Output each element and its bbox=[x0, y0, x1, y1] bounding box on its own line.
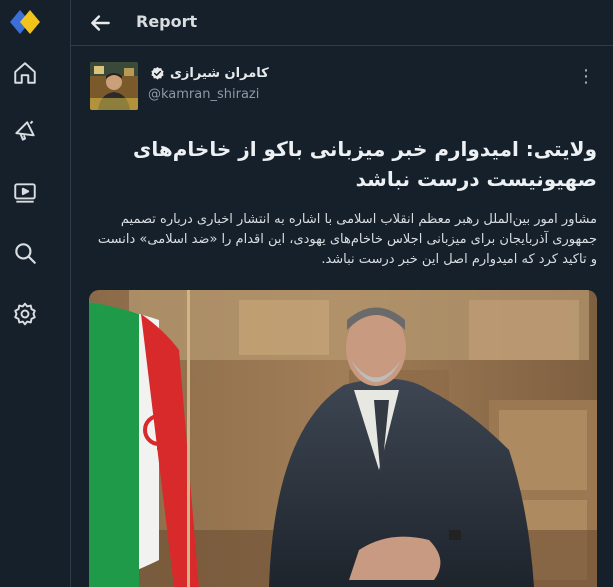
sidebar-item-megaphone[interactable] bbox=[10, 116, 40, 146]
sidebar-item-home[interactable] bbox=[10, 58, 40, 88]
back-arrow-icon[interactable] bbox=[87, 10, 113, 36]
post-photo bbox=[89, 290, 597, 587]
post-author: کامران شیرازی @kamran_shirazi ⋮ bbox=[90, 62, 595, 114]
author-name[interactable]: کامران شیرازی bbox=[170, 66, 269, 81]
sidebar bbox=[0, 0, 71, 587]
sidebar-item-video[interactable] bbox=[10, 178, 40, 208]
megaphone-icon bbox=[15, 120, 35, 141]
search-icon bbox=[15, 243, 36, 264]
page-header: Report bbox=[71, 0, 613, 46]
author-handle[interactable]: @kamran_shirazi bbox=[148, 87, 259, 102]
sidebar-item-search[interactable] bbox=[10, 238, 40, 268]
main-panel: Report کامران شیرازی @kamran_shirazi ⋮ و… bbox=[71, 0, 613, 587]
post-media-image[interactable] bbox=[89, 290, 597, 587]
app-logo-icon[interactable] bbox=[8, 8, 42, 36]
more-options-icon[interactable]: ⋮ bbox=[577, 66, 596, 87]
verified-badge-icon bbox=[151, 66, 164, 80]
avatar[interactable] bbox=[90, 62, 138, 110]
sidebar-item-settings[interactable] bbox=[10, 299, 40, 329]
video-icon bbox=[14, 183, 36, 203]
author-name-row: کامران شیرازی bbox=[150, 66, 269, 81]
gear-icon bbox=[14, 302, 36, 326]
post-headline: ولایتی: امیدوارم خبر میزبانی باکو از خاخ… bbox=[133, 137, 597, 191]
home-icon bbox=[14, 62, 36, 84]
post-body: مشاور امور بین‌الملل رهبر معظم انقلاب اس… bbox=[97, 212, 597, 267]
avatar-image bbox=[90, 62, 138, 110]
page-title: Report bbox=[136, 12, 198, 31]
